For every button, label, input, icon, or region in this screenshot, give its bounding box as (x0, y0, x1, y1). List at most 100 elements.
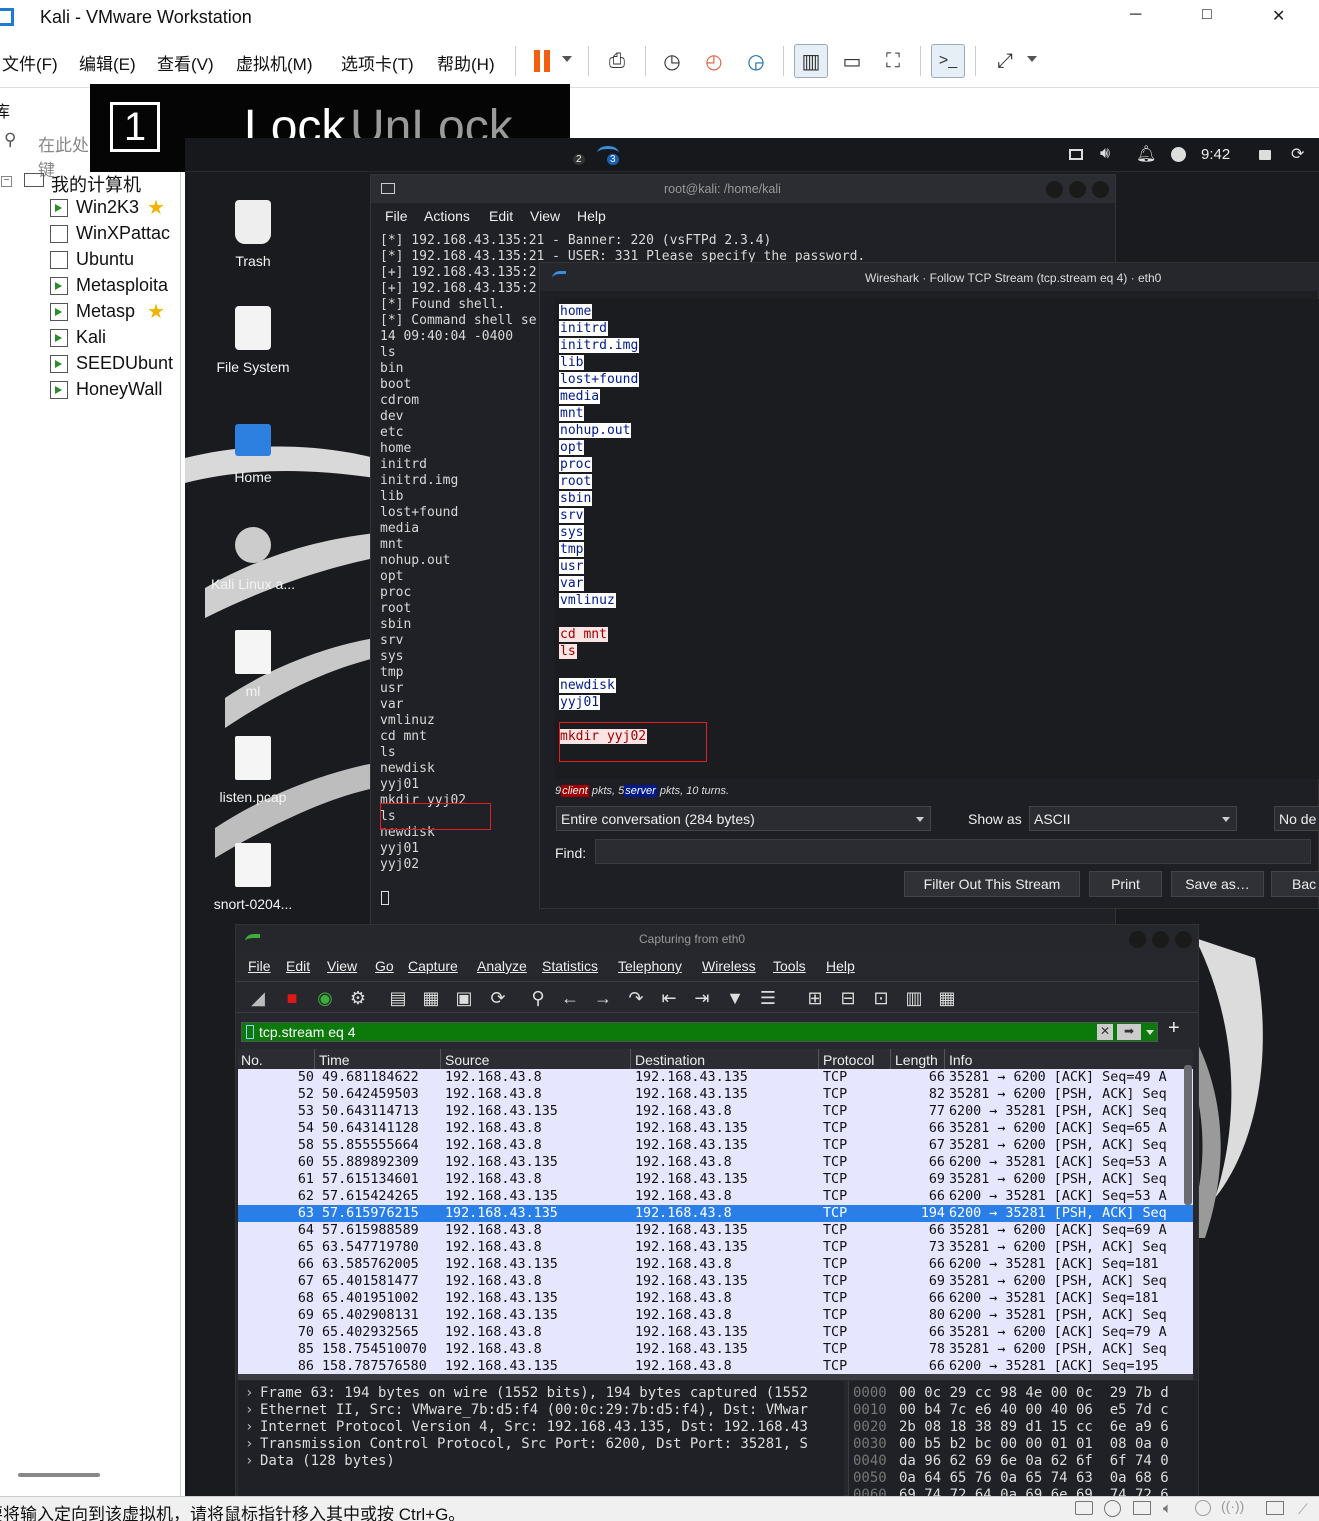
terminal-menu-help[interactable]: Help (577, 208, 606, 224)
wireless-icon[interactable]: ((·)) (1221, 1498, 1244, 1514)
go-to-packet-icon[interactable]: ↷ (624, 986, 648, 1010)
options-icon[interactable]: ⚙ (346, 986, 370, 1010)
snapshot-icon[interactable]: ◷ (655, 44, 689, 78)
apply-filter-icon[interactable]: ➡ (1117, 1024, 1141, 1040)
pause-icon[interactable] (525, 44, 559, 78)
packet-row[interactable]: 52 50.642459503 192.168.43.8 192.168.43.135… (238, 1086, 1193, 1103)
column-header[interactable]: Destination (635, 1052, 705, 1068)
column-header[interactable]: Source (445, 1052, 489, 1068)
column-separator[interactable] (440, 1049, 441, 1069)
packet-row[interactable]: 62 57.615424265 192.168.43.135 192.168.43.8… (238, 1188, 1193, 1205)
close-file-icon[interactable]: ▣ (452, 986, 476, 1010)
save-as-button[interactable]: Save as… (1171, 871, 1264, 897)
stop-capture-icon[interactable]: ■ (280, 986, 304, 1010)
column-header[interactable]: Time (319, 1052, 350, 1068)
packet-list[interactable]: No. Time Source Destination Protocol Length In… (238, 1049, 1193, 1374)
expand-arrow-icon[interactable]: › (245, 1402, 253, 1419)
ws-menu-item[interactable]: Telephony (618, 958, 682, 974)
packet-row[interactable]: 50 49.681184622 192.168.43.8 192.168.43.135… (238, 1069, 1193, 1086)
network-icon[interactable] (1133, 1501, 1151, 1515)
terminal-menu-actions[interactable]: Actions (424, 208, 470, 224)
colorize-icon[interactable]: ☰ (756, 986, 780, 1010)
fullscreen-icon[interactable]: ⛶ (876, 44, 910, 78)
tree-collapse-icon[interactable]: − (1, 176, 12, 187)
minimize-button[interactable] (1046, 181, 1063, 198)
column-separator[interactable] (818, 1049, 819, 1069)
back-button[interactable]: Bac (1271, 871, 1319, 897)
clock[interactable]: 9:42 (1201, 146, 1230, 163)
refresh-icon[interactable]: ⟳ (1291, 144, 1304, 164)
send-keys-icon[interactable]: ⎙ (600, 44, 634, 78)
snapshot-manager-icon[interactable]: ◶ (739, 44, 773, 78)
packet-row[interactable]: 67 65.401581477 192.168.43.8 192.168.43.135… (238, 1273, 1193, 1290)
minimize-button[interactable]: ─ (1130, 6, 1141, 24)
packet-row[interactable]: 86 158.787576580 192.168.43.135 192.168.43.… (238, 1358, 1193, 1374)
display-filter-bar[interactable]: tcp.stream eq 4 ✕ ➡ (241, 1022, 1158, 1042)
minimize-button[interactable] (1129, 931, 1146, 948)
ws-menu-item[interactable]: Edit (286, 958, 310, 974)
packet-row[interactable]: 54 50.643141128 192.168.43.8 192.168.43.135… (238, 1120, 1193, 1137)
vm-item[interactable]: Metasploita (50, 275, 180, 296)
usb-icon[interactable]: 🔈︎ (1163, 1500, 1172, 1517)
close-button[interactable] (1175, 931, 1192, 948)
packet-list-scrollbar[interactable] (1184, 1065, 1192, 1205)
hdd-icon[interactable] (1075, 1501, 1093, 1515)
filter-out-stream-button[interactable]: Filter Out This Stream (904, 871, 1080, 897)
find-input[interactable] (595, 839, 1311, 864)
volume-icon[interactable]: 🔊︎ (1100, 145, 1110, 163)
packet-row[interactable]: 66 63.585762005 192.168.43.135 192.168.43.8… (238, 1256, 1193, 1273)
ws-menu-item[interactable]: Help (826, 958, 855, 974)
resize-columns-icon[interactable]: ▥ (902, 986, 926, 1010)
restart-capture-icon[interactable]: ◉ (313, 986, 337, 1010)
ws-menu-item[interactable]: Capture (408, 958, 458, 974)
ws-menu-item[interactable]: Analyze (477, 958, 527, 974)
terminal-menu-view[interactable]: View (530, 208, 560, 224)
shark-fin-icon[interactable]: ◢ (246, 986, 270, 1010)
go-forward-icon[interactable]: → (591, 986, 615, 1010)
thumbnail-bar-icon[interactable]: ▭ (835, 44, 869, 78)
desktop-icon[interactable]: Home (188, 416, 318, 516)
conversation-select[interactable]: Entire conversation (284 bytes) (556, 806, 931, 831)
open-file-icon[interactable]: ▤ (386, 986, 410, 1010)
vm-item[interactable]: Kali (50, 327, 180, 348)
console-view-icon[interactable]: >_ (931, 44, 965, 78)
terminal-menu-file[interactable]: File (385, 208, 408, 224)
desktop-icon[interactable]: Trash (188, 200, 318, 300)
column-separator[interactable] (630, 1049, 631, 1069)
expand-arrow-icon[interactable]: › (245, 1419, 253, 1436)
maximize-button[interactable] (1152, 931, 1169, 948)
close-button[interactable] (1092, 181, 1109, 198)
packet-row[interactable]: 60 55.889892309 192.168.43.135 192.168.43.8… (238, 1154, 1193, 1171)
column-header[interactable]: No. (241, 1052, 263, 1068)
no-delta-select[interactable]: No de (1274, 806, 1319, 831)
filter-input[interactable]: tcp.stream eq 4 (259, 1024, 356, 1040)
tree-root-my-computer[interactable]: 我的计算机 (51, 171, 141, 197)
menu-view[interactable]: 查看(V) (157, 50, 214, 75)
pane-splitter[interactable] (238, 1374, 1193, 1380)
bell-icon[interactable]: 🔔︎ (1136, 144, 1156, 164)
stream-content[interactable]: home initrd initrd.img lib lost+found media mn… (554, 299, 1319, 779)
hex-row[interactable]: 0010 00 b4 7c e6 40 00 40 06 e5 7d c (849, 1402, 1198, 1419)
expand-arrow-icon[interactable]: › (245, 1436, 253, 1453)
power-icon[interactable] (1171, 147, 1186, 162)
hex-row[interactable]: 0050 0a 64 65 76 0a 65 74 63 0a 68 6 (849, 1470, 1198, 1487)
vm-item[interactable]: Ubuntu (50, 249, 180, 270)
chevron-down-icon[interactable] (562, 56, 572, 62)
hex-row[interactable]: 0020 2b 08 18 38 89 d1 15 cc 6e a9 6 (849, 1419, 1198, 1436)
message-icon[interactable] (1266, 1501, 1284, 1515)
lock-screen-icon[interactable] (1259, 150, 1271, 160)
detail-tree-row[interactable]: › Transmission Control Protocol, Src Port… (238, 1436, 844, 1453)
expand-arrow-icon[interactable]: › (245, 1385, 253, 1402)
follow-stream-window[interactable]: Wireshark · Follow TCP Stream (tcp.strea… (539, 262, 1319, 909)
column-header[interactable]: Length (895, 1052, 938, 1068)
desktop-icon[interactable]: Kali Linux a... (188, 523, 318, 623)
packet-bytes[interactable]: 0000 00 0c 29 cc 98 4e 00 0c 29 7b d 0010 0… (848, 1381, 1198, 1496)
column-separator[interactable] (944, 1049, 945, 1069)
zoom-in-icon[interactable]: ⊞ (803, 986, 827, 1010)
wireshark-window[interactable]: Capturing from eth0 File Edit View Go Captur… (235, 924, 1199, 1496)
menu-file[interactable]: 文件(F) (2, 50, 58, 75)
find-packet-icon[interactable]: ⚲ (526, 986, 550, 1010)
ws-menu-item[interactable]: File (248, 958, 271, 974)
ws-menu-item[interactable]: View (327, 958, 357, 974)
detail-tree-row[interactable]: › Frame 63: 194 bytes on wire (1552 bits)… (238, 1385, 844, 1402)
